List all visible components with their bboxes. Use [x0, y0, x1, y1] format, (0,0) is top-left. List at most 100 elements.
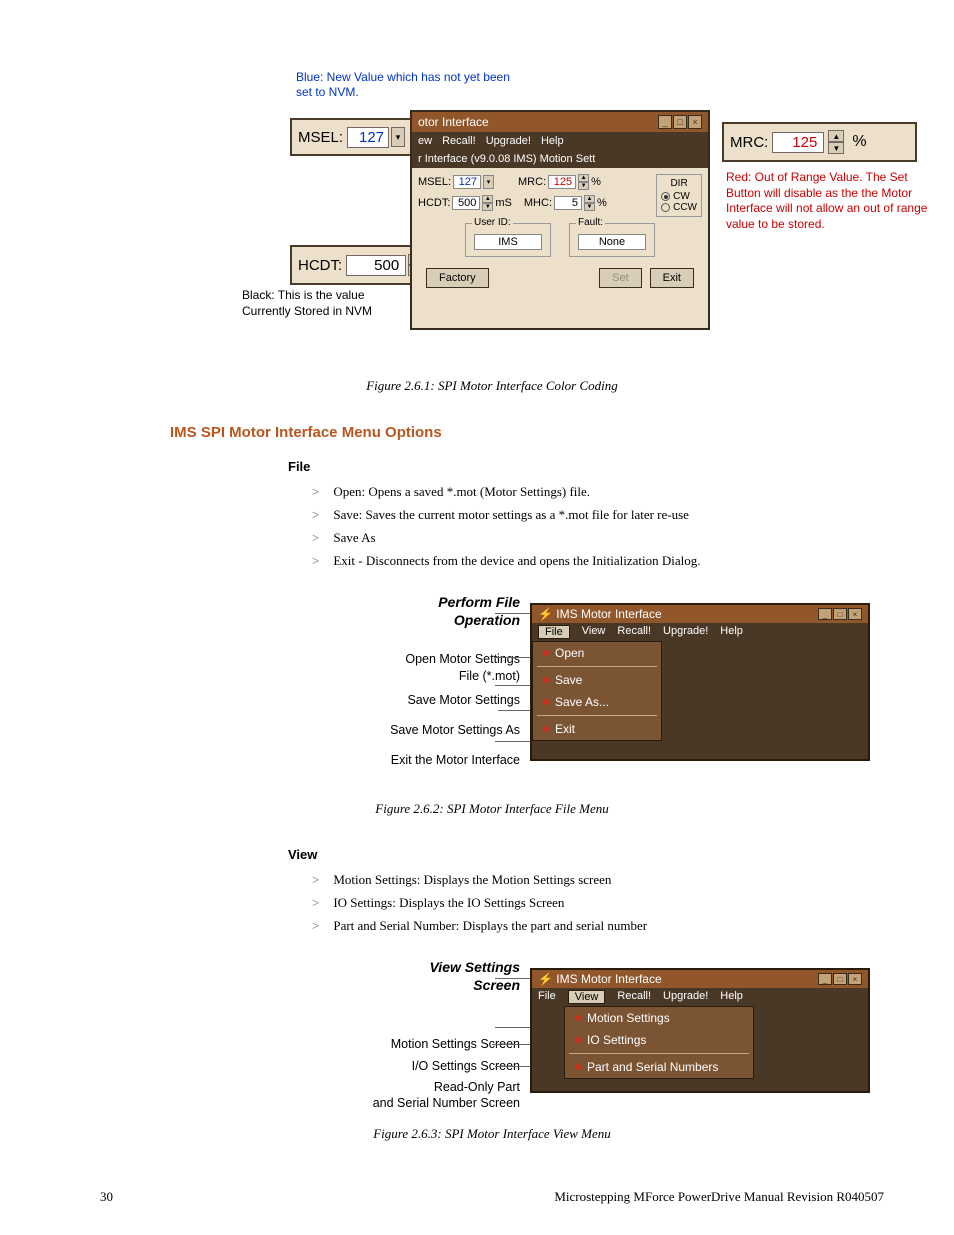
- page-footer: 30 Microstepping MForce PowerDrive Manua…: [100, 1189, 884, 1205]
- set-button[interactable]: Set: [599, 268, 642, 288]
- hcdt-value[interactable]: 500: [346, 255, 406, 276]
- motor-interface-window: otor Interface _ □ × ew Recall! Upgrade!…: [410, 110, 710, 330]
- sub-heading-view: View: [288, 847, 884, 862]
- menu-item[interactable]: Recall!: [442, 135, 476, 147]
- menu-item-save[interactable]: Save: [533, 669, 661, 691]
- spinner-icon[interactable]: ▲▼: [578, 174, 589, 190]
- list-item: >Save As: [312, 530, 884, 546]
- mrc-label: MRC:: [518, 176, 546, 188]
- hcdt-input[interactable]: 500: [452, 196, 480, 210]
- menu-upgrade[interactable]: Upgrade!: [663, 990, 708, 1004]
- mrc-callout-window: MRC: 125 ▲▼ %: [722, 122, 917, 162]
- exit-button[interactable]: Exit: [650, 268, 694, 288]
- minimize-icon[interactable]: _: [818, 608, 832, 620]
- callout-label: Exit the Motor Interface: [305, 752, 520, 768]
- radio-ccw[interactable]: [661, 203, 670, 212]
- bullet-icon: [543, 699, 549, 705]
- menu-file[interactable]: File: [538, 625, 570, 639]
- spinner-icon[interactable]: ▲▼: [584, 195, 595, 211]
- menu-recall[interactable]: Recall!: [617, 990, 651, 1004]
- maximize-icon[interactable]: □: [673, 115, 687, 129]
- userid-group: User ID: IMS: [465, 223, 551, 257]
- minimize-icon[interactable]: _: [658, 115, 672, 129]
- minimize-icon[interactable]: _: [818, 973, 832, 985]
- maximize-icon[interactable]: □: [833, 608, 847, 620]
- msel-callout-window: MSEL: 127 ▾: [290, 118, 430, 156]
- dropdown-icon[interactable]: ▾: [391, 127, 405, 147]
- menu-item-motion[interactable]: Motion Settings: [565, 1007, 753, 1029]
- mhc-input[interactable]: 5: [554, 196, 582, 210]
- msel-label: MSEL:: [418, 176, 451, 188]
- callout-heading: Perform FileOperation: [305, 593, 520, 629]
- view-menu-list: >Motion Settings: Displays the Motion Se…: [312, 872, 884, 934]
- title-bar: ⚡ IMS Motor Interface _ □ ×: [532, 605, 868, 623]
- close-icon[interactable]: ×: [848, 973, 862, 985]
- bullet-icon: [543, 677, 549, 683]
- menu-item[interactable]: Upgrade!: [486, 135, 531, 147]
- mrc-input[interactable]: 125: [548, 175, 576, 189]
- menu-item-exit[interactable]: Exit: [533, 718, 661, 740]
- menu-bar: File View Recall! Upgrade! Help: [532, 623, 868, 641]
- view-dropdown: Motion Settings IO Settings Part and Ser…: [564, 1006, 754, 1079]
- menu-recall[interactable]: Recall!: [617, 625, 651, 639]
- figure-file-menu: Perform FileOperation Open Motor Setting…: [100, 593, 884, 793]
- list-item: >IO Settings: Displays the IO Settings S…: [312, 895, 884, 911]
- close-icon[interactable]: ×: [848, 608, 862, 620]
- menu-item-open[interactable]: Open: [533, 642, 661, 664]
- menu-view[interactable]: View: [568, 990, 606, 1004]
- document-title: Microstepping MForce PowerDrive Manual R…: [554, 1189, 884, 1205]
- list-item: >Exit - Disconnects from the device and …: [312, 553, 884, 569]
- userid-value: IMS: [474, 234, 542, 250]
- list-item: >Save: Saves the current motor settings …: [312, 507, 884, 523]
- figure-caption: Figure 2.6.3: SPI Motor Interface View M…: [100, 1126, 884, 1142]
- percent-label: %: [597, 197, 607, 209]
- msel-input[interactable]: 127: [453, 175, 481, 189]
- view-menu-window: ⚡ IMS Motor Interface _ □ × File View Re…: [530, 968, 870, 1093]
- callout-label: Open Motor SettingsFile (*.mot): [305, 651, 520, 684]
- percent-label: %: [591, 176, 601, 188]
- msel-value[interactable]: 127: [347, 127, 389, 148]
- note-black-value: Black: This is the value Currently Store…: [242, 288, 402, 319]
- hcdt-label: HCDT:: [298, 257, 342, 274]
- mrc-label: MRC:: [730, 134, 768, 151]
- close-icon[interactable]: ×: [688, 115, 702, 129]
- menu-file[interactable]: File: [538, 990, 556, 1004]
- file-menu-list: >Open: Opens a saved *.mot (Motor Settin…: [312, 484, 884, 569]
- userid-label: User ID:: [472, 217, 513, 228]
- menu-item-saveas[interactable]: Save As...: [533, 691, 661, 713]
- menu-item-psn[interactable]: Part and Serial Numbers: [565, 1056, 753, 1078]
- fault-label: Fault:: [576, 217, 605, 228]
- radio-cw[interactable]: [661, 192, 670, 201]
- menu-view[interactable]: View: [582, 625, 606, 639]
- menu-item[interactable]: Help: [541, 135, 564, 147]
- spinner-icon[interactable]: ▲▼: [828, 130, 844, 154]
- list-item: >Motion Settings: Displays the Motion Se…: [312, 872, 884, 888]
- figure-color-coding: Blue: New Value which has not yet been s…: [100, 70, 884, 370]
- factory-button[interactable]: Factory: [426, 268, 489, 288]
- direction-label: DIR: [661, 178, 697, 189]
- figure-view-menu: View SettingsScreen Motion Settings Scre…: [100, 958, 884, 1118]
- dropdown-icon[interactable]: ▾: [483, 175, 494, 189]
- bullet-icon: [575, 1037, 581, 1043]
- menu-help[interactable]: Help: [720, 625, 743, 639]
- maximize-icon[interactable]: □: [833, 973, 847, 985]
- percent-label: %: [852, 133, 866, 151]
- msel-label: MSEL:: [298, 129, 343, 146]
- mhc-label: MHC:: [524, 197, 552, 209]
- menu-item-io[interactable]: IO Settings: [565, 1029, 753, 1051]
- callout-label: Save Motor Settings: [305, 692, 520, 708]
- spinner-icon[interactable]: ▲▼: [482, 195, 493, 211]
- menu-help[interactable]: Help: [720, 990, 743, 1004]
- direction-group: DIR CW CCW: [656, 174, 702, 217]
- bullet-icon: [543, 726, 549, 732]
- callout-label: Motion Settings Screen: [265, 1036, 520, 1052]
- menu-upgrade[interactable]: Upgrade!: [663, 625, 708, 639]
- mrc-value[interactable]: 125: [772, 132, 824, 153]
- callout-label: Save Motor Settings As: [305, 722, 520, 738]
- window-title: ⚡ IMS Motor Interface: [538, 607, 662, 621]
- page-number: 30: [100, 1189, 113, 1205]
- window-subtitle: r Interface (v9.0.08 IMS) Motion Sett: [412, 150, 708, 168]
- menu-item[interactable]: ew: [418, 135, 432, 147]
- window-title: otor Interface: [418, 115, 489, 129]
- menu-bar: ew Recall! Upgrade! Help: [412, 132, 708, 150]
